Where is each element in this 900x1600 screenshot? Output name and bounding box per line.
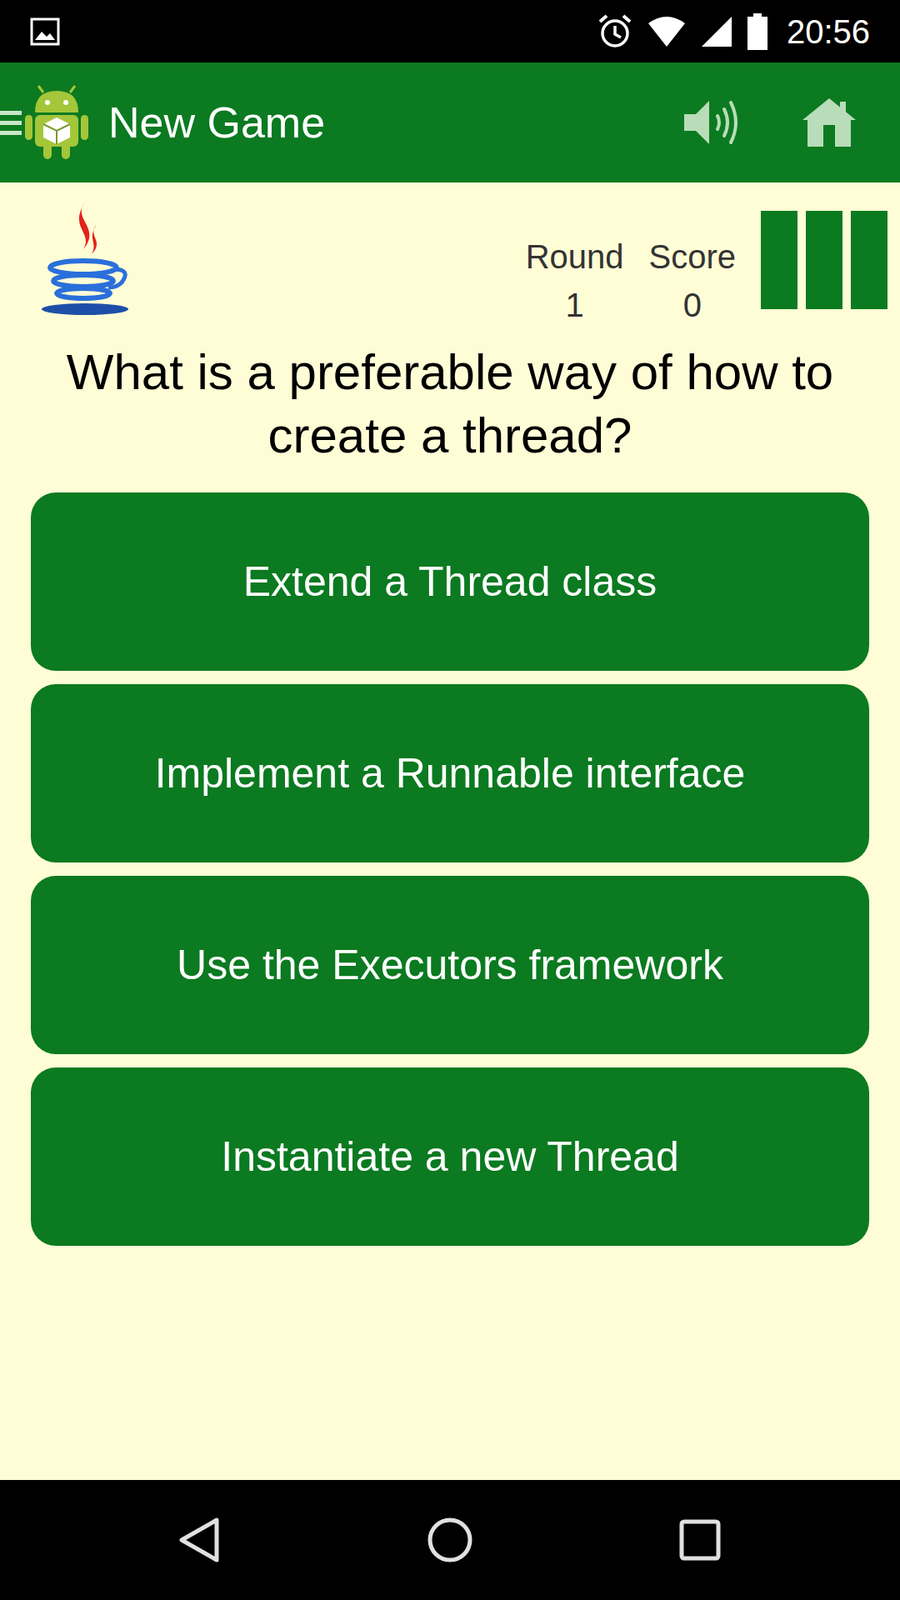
game-area: Round1 Score0 What is a preferable way of … [0, 182, 900, 1480]
home-icon [800, 96, 858, 149]
stat: Round1 [525, 232, 625, 330]
life-bar [805, 210, 843, 310]
stat-label: Score [649, 232, 737, 281]
battery-icon [746, 13, 769, 50]
status-time: 20:56 [786, 15, 870, 49]
life-bar [760, 210, 798, 310]
sound-button[interactable] [666, 62, 759, 183]
home-circle-icon[interactable] [425, 1515, 475, 1565]
java-logo-icon [38, 199, 135, 320]
home-button[interactable] [758, 62, 900, 183]
stat-value: 1 [565, 280, 584, 330]
app-logo-icon [23, 84, 90, 161]
alarm-icon [596, 13, 634, 50]
question: What is a preferable way of how to creat… [0, 340, 900, 468]
game-header: Round1 Score0 [0, 182, 900, 330]
stat: Score0 [649, 232, 737, 330]
speaker-icon [680, 95, 745, 150]
app-screen: 20:56 New Game Round1 Score0 What is a prefe… [0, 0, 900, 1600]
answer-button[interactable]: Extend a Thread class [30, 492, 870, 671]
answer-button[interactable]: Implement a Runnable interface [30, 684, 870, 863]
status-bar: 20:56 [0, 0, 900, 63]
app-bar: New Game [0, 62, 900, 183]
lives [760, 210, 888, 310]
answer-button[interactable]: Instantiate a new Thread [30, 1067, 870, 1246]
recents-icon[interactable] [675, 1515, 725, 1565]
stat-value: 0 [683, 280, 702, 330]
hamburger-icon [0, 105, 24, 140]
answers: Extend a Thread classImplement a Runnabl… [0, 492, 900, 1246]
wifi-icon [646, 15, 687, 49]
signal-icon [700, 15, 734, 49]
back-icon[interactable] [175, 1515, 225, 1565]
answer-button[interactable]: Use the Executors framework [30, 875, 870, 1055]
gallery-icon [30, 17, 60, 46]
stat-label: Round [525, 232, 625, 281]
app-title: New Game [108, 100, 325, 145]
menu-button[interactable] [0, 62, 104, 183]
navigation-bar [0, 1480, 900, 1600]
life-bar [850, 210, 888, 310]
